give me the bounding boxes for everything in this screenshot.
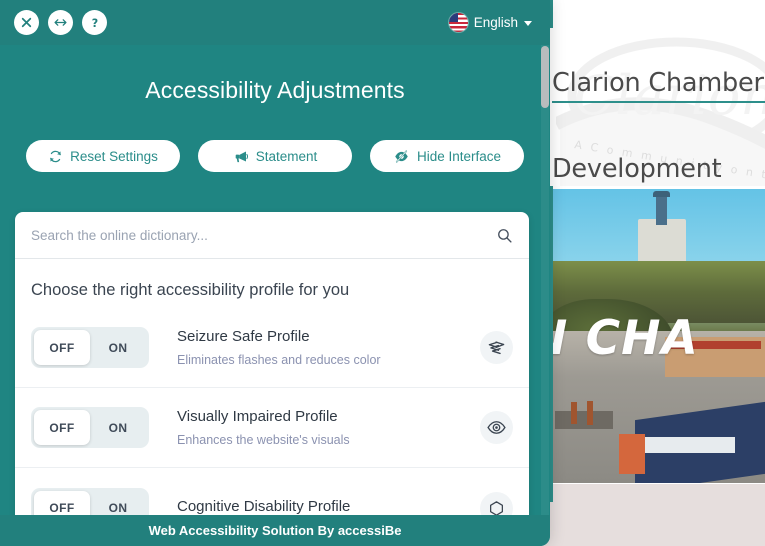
us-flag-icon [448, 13, 468, 32]
profile-text: Seizure Safe Profile Eliminates flashes … [149, 326, 480, 370]
hide-interface-label: Hide Interface [416, 148, 502, 164]
site-title: Clarion Chamber & Development [552, 62, 765, 186]
chevron-down-icon [524, 21, 532, 26]
panel-content-card: Choose the right accessibility profile f… [15, 212, 529, 534]
accessibility-panel: ? English Accessibility Adjustments Rese… [0, 0, 550, 546]
eye-icon [487, 421, 506, 434]
profile-name: Visually Impaired Profile [177, 407, 338, 425]
language-label: English [473, 15, 518, 30]
hero-tower-cap [653, 191, 670, 197]
refresh-icon [50, 150, 61, 162]
reset-settings-button[interactable]: Reset Settings [26, 140, 180, 172]
hero-overlay-text: ON CHA [553, 311, 699, 366]
question-mark-icon: ? [91, 16, 97, 29]
site-hero-image: ON CHA [553, 189, 765, 483]
language-selector[interactable]: English [448, 13, 536, 32]
search-input[interactable] [31, 227, 496, 243]
site-bottom-band [553, 484, 765, 502]
help-button[interactable]: ? [82, 10, 107, 35]
waves-icon [488, 341, 505, 355]
toggle-off-option[interactable]: OFF [34, 330, 90, 365]
panel-footer[interactable]: Web Accessibility Solution By accessiBe [0, 515, 550, 546]
hero-post [587, 401, 593, 425]
profile-description: Enhances the website's visuals [177, 432, 350, 447]
panel-scrollbar-thumb[interactable] [541, 46, 549, 108]
hero-building-facade [645, 437, 735, 453]
profile-icon [480, 411, 513, 444]
panel-title: Accessibility Adjustments [145, 77, 405, 103]
site-title-line2: Development [552, 154, 722, 184]
seizure-safe-toggle[interactable]: OFF ON [31, 327, 149, 368]
reset-settings-label: Reset Settings [70, 148, 158, 164]
search-icon[interactable] [496, 227, 513, 244]
close-icon [21, 17, 32, 28]
panel-topbar: ? English [0, 0, 550, 45]
profile-icon [480, 331, 513, 364]
visually-impaired-toggle[interactable]: OFF ON [31, 407, 149, 448]
profiles-heading: Choose the right accessibility profile f… [31, 281, 350, 299]
statement-button[interactable]: Statement [198, 140, 352, 172]
toggle-on-option[interactable]: ON [90, 410, 146, 445]
toggle-off-option[interactable]: OFF [34, 410, 90, 445]
statement-label: Statement [255, 148, 318, 164]
profile-text: Visually Impaired Profile Enhances the w… [149, 406, 480, 450]
close-button[interactable] [14, 10, 39, 35]
hero-building-left [555, 411, 613, 429]
eye-slash-icon [395, 149, 408, 163]
site-title-line1: Clarion Chamber & [552, 68, 764, 98]
search-row [15, 212, 529, 259]
toggle-on-option[interactable]: ON [90, 330, 146, 365]
hero-tower [656, 195, 667, 225]
resize-button[interactable] [48, 10, 73, 35]
svg-text:?: ? [91, 16, 97, 29]
resize-horizontal-icon [54, 19, 67, 26]
megaphone-icon [235, 151, 248, 162]
panel-action-bar: Reset Settings Statement Hide Interface [0, 140, 550, 172]
hero-post [571, 402, 577, 424]
profile-name: Seizure Safe Profile [177, 327, 310, 345]
hide-interface-button[interactable]: Hide Interface [370, 140, 524, 172]
panel-scrollbar-track[interactable] [541, 45, 549, 515]
site-logo[interactable]: A C o m m u n i t y o n t h e H o r i z … [546, 28, 765, 186]
profile-description: Eliminates flashes and reduces color [177, 352, 381, 367]
profile-row: OFF ON Visually Impaired Profile Enhance… [15, 388, 529, 468]
profile-row: OFF ON Seizure Safe Profile Eliminates f… [15, 308, 529, 388]
hero-building-orange [619, 434, 645, 474]
